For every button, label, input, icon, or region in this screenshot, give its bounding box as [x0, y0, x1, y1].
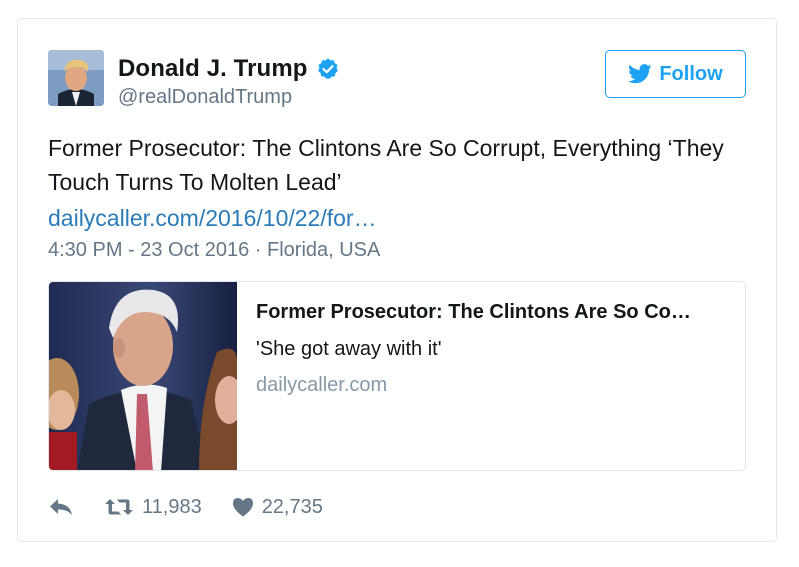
verified-badge-icon: [317, 58, 338, 79]
tweet-timestamp[interactable]: 4:30 PM - 23 Oct 2016 · Florida, USA: [48, 236, 380, 264]
tweet-card: Donald J. Trump @realDonaldTrump Follow …: [17, 18, 777, 542]
link-preview-description: 'She got away with it': [256, 338, 442, 360]
link-preview-card[interactable]: Former Prosecutor: The Clintons Are So C…: [48, 281, 746, 471]
heart-icon: [232, 498, 253, 517]
tweet-actions: 11,983 22,735: [48, 493, 323, 521]
like-button[interactable]: 22,735: [232, 496, 323, 519]
link-preview-title[interactable]: Former Prosecutor: The Clintons Are So C…: [256, 301, 726, 324]
reply-button[interactable]: [48, 497, 74, 517]
user-handle[interactable]: @realDonaldTrump: [118, 86, 292, 109]
user-name-row: Donald J. Trump: [118, 55, 340, 83]
user-name[interactable]: Donald J. Trump: [118, 55, 308, 83]
follow-button[interactable]: Follow: [605, 50, 746, 98]
reply-icon: [50, 499, 72, 515]
twitter-bird-icon: [628, 64, 652, 84]
retweet-icon: [105, 499, 133, 515]
tweet-text: Former Prosecutor: The Clintons Are So C…: [48, 135, 724, 195]
avatar[interactable]: [48, 50, 104, 106]
retweet-button[interactable]: 11,983: [104, 496, 202, 519]
link-preview-domain: dailycaller.com: [256, 374, 388, 396]
retweet-count: 11,983: [142, 495, 202, 518]
link-preview-image[interactable]: [49, 282, 237, 470]
tweet-link[interactable]: dailycaller.com/2016/10/22/for…: [48, 201, 377, 235]
follow-label: Follow: [659, 62, 723, 85]
like-count: 22,735: [261, 495, 323, 518]
